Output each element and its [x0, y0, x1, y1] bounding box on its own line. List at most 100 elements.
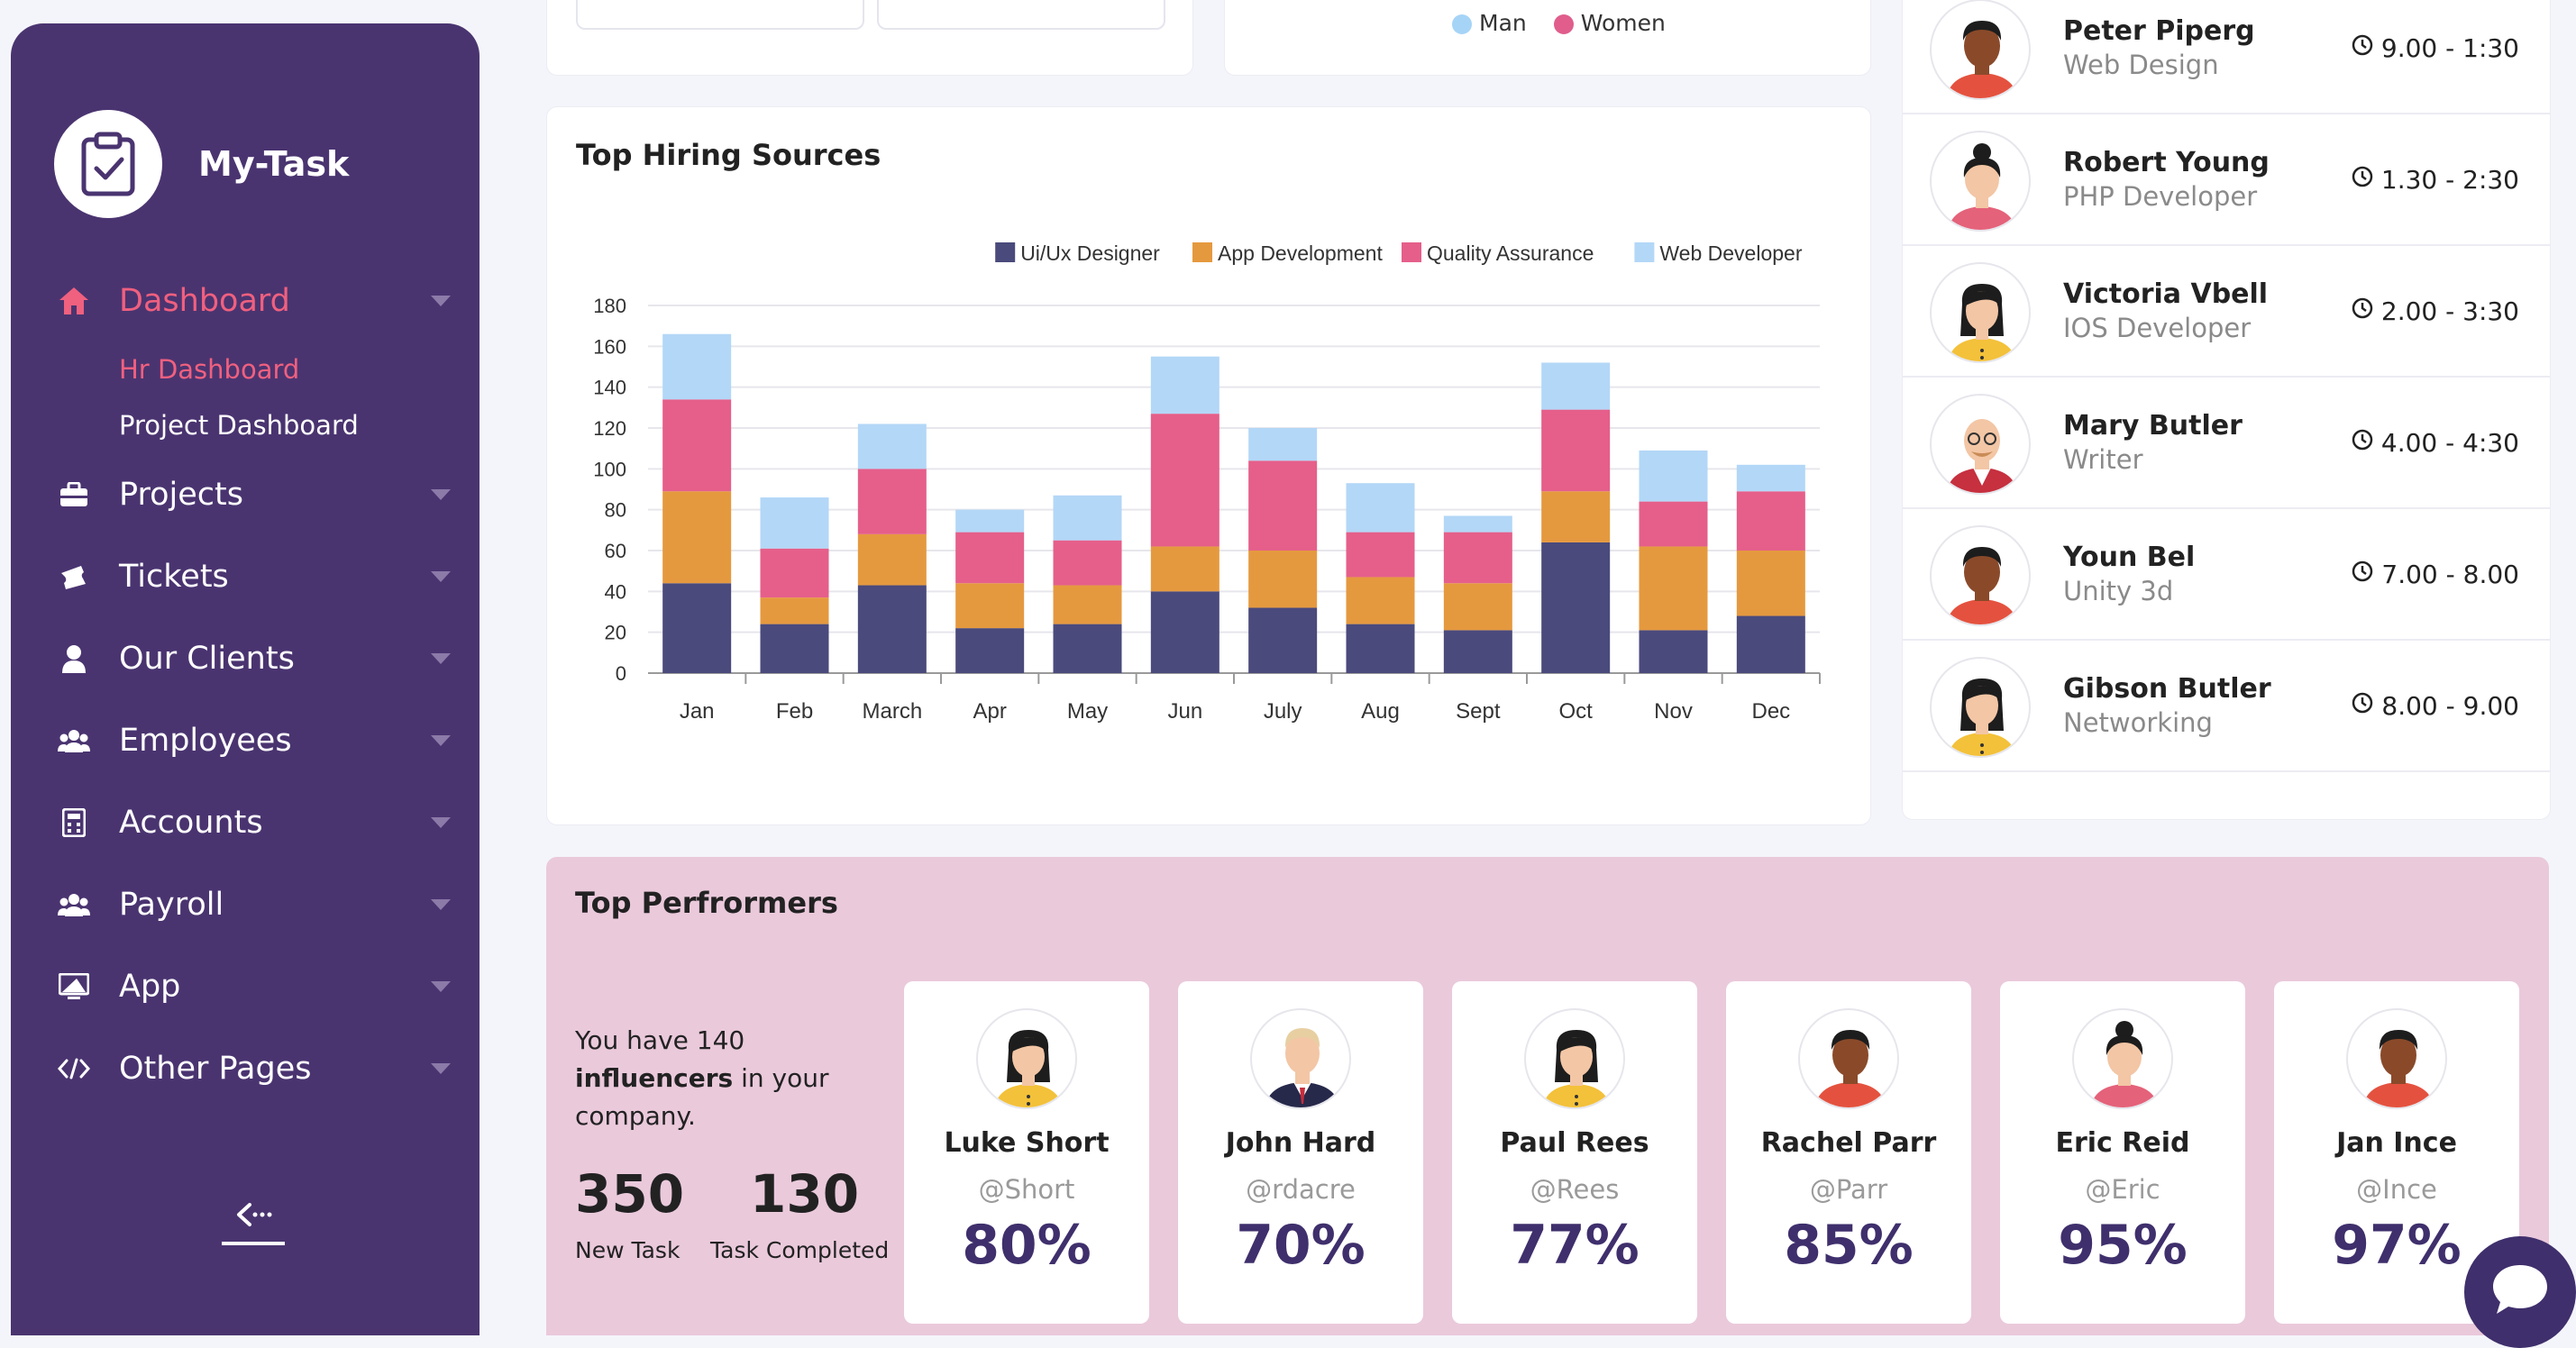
stat-task-completed: 130 Task Completed — [710, 1163, 889, 1263]
performer-percent: 80% — [962, 1214, 1092, 1277]
sidebar-item-our-clients[interactable]: Our Clients — [54, 617, 451, 699]
collapse-sidebar-button[interactable] — [222, 1191, 285, 1245]
schedule-row[interactable]: Victoria Vbell IOS Developer 2.00 - 3:30 — [1903, 246, 2550, 378]
bar-segment — [1346, 577, 1415, 624]
x-tick-label: Jan — [680, 699, 715, 724]
bar-segment — [955, 628, 1025, 673]
gender-legend: Man Women — [1452, 10, 1666, 36]
schedule-row[interactable]: Peter Piperg Web Design 9.00 - 1:30 — [1903, 0, 2550, 114]
clock-icon — [2351, 33, 2374, 63]
sidebar-item-payroll[interactable]: Payroll — [54, 863, 451, 945]
performer-handle: @Ince — [2356, 1174, 2437, 1205]
stat-mini-box: 14 — [877, 0, 1165, 30]
shift-time: 8.00 - 9.00 — [2351, 691, 2519, 721]
schedule-row[interactable]: Youn Bel Unity 3d 7.00 - 8.00 — [1903, 509, 2550, 641]
avatar — [2072, 1008, 2173, 1109]
performer-percent: 70% — [1236, 1214, 1366, 1277]
performers-intro: You have 140 influencers in your company… — [575, 1022, 882, 1135]
bar-segment — [955, 532, 1025, 584]
sidebar-item-other-pages[interactable]: Other Pages — [54, 1027, 451, 1109]
sidebar-item-accounts[interactable]: Accounts — [54, 781, 451, 863]
sidebar-item-employees[interactable]: Employees — [54, 699, 451, 781]
clock-icon — [2351, 428, 2374, 458]
legend-label-man: Man — [1479, 10, 1527, 36]
performer-card[interactable]: Rachel Parr @Parr 85% — [1726, 981, 1971, 1324]
bar-segment — [662, 399, 732, 492]
employee-role: Web Design — [2063, 50, 2219, 80]
stat-label: New Task — [575, 1237, 681, 1263]
bar-segment — [1248, 551, 1318, 608]
bar-segment — [955, 583, 1025, 629]
sidebar-subitem-hr-dashboard[interactable]: Hr Dashboard — [119, 342, 451, 397]
brand-name: My-Task — [198, 144, 350, 184]
x-tick-label: Apr — [973, 699, 1006, 724]
sidebar-item-tickets[interactable]: Tickets — [54, 535, 451, 617]
sidebar-nav: Dashboard Hr Dashboard Project Dashboard… — [54, 260, 451, 1109]
bar-segment — [1443, 630, 1512, 673]
bar-segment — [1053, 540, 1122, 586]
brand[interactable]: My-Task — [54, 110, 349, 218]
shift-time-text: 2.00 - 3:30 — [2380, 296, 2519, 326]
chevron-down-icon — [431, 295, 451, 306]
bar-segment — [1150, 591, 1219, 673]
performer-card[interactable]: Paul Rees @Rees 77% — [1452, 981, 1697, 1324]
chat-bubble-icon — [2491, 1261, 2549, 1319]
performer-card[interactable]: Luke Short @Short 80% — [904, 981, 1149, 1324]
legend-swatch — [1402, 242, 1421, 262]
bar-segment — [1639, 630, 1708, 673]
performer-name: Luke Short — [944, 1127, 1110, 1159]
bar-segment — [1248, 460, 1318, 551]
avatar — [1250, 1008, 1351, 1109]
avatar — [1930, 657, 2031, 758]
avatar — [1930, 525, 2031, 626]
performer-card[interactable]: Eric Reid @Eric 95% — [2000, 981, 2245, 1324]
sidebar-item-app[interactable]: App — [54, 945, 451, 1027]
employee-name: Peter Piperg — [2063, 15, 2255, 47]
bar-segment — [1053, 585, 1122, 624]
user-icon — [54, 639, 94, 679]
clock-icon — [2351, 691, 2374, 721]
shift-time: 2.00 - 3:30 — [2351, 296, 2519, 326]
employee-name: Robert Young — [2063, 147, 2270, 178]
chevron-down-icon — [431, 898, 451, 910]
schedule-row[interactable]: Gibson Butler Networking 8.00 - 9.00 — [1903, 641, 2550, 772]
sidebar-item-projects[interactable]: Projects — [54, 453, 451, 535]
x-tick-label: Feb — [776, 699, 813, 724]
performer-name: Jan Ince — [2336, 1127, 2457, 1159]
chevron-down-icon — [431, 652, 451, 664]
gender-card: Man Women — [1224, 0, 1871, 76]
chat-button[interactable] — [2464, 1236, 2576, 1348]
y-tick-label: 160 — [593, 335, 626, 358]
sidebar-item-label: Employees — [119, 722, 292, 759]
employee-role: Writer — [2063, 444, 2143, 475]
bar-segment — [1150, 546, 1219, 592]
y-tick-label: 20 — [605, 622, 626, 644]
shift-time-text: 9.00 - 1:30 — [2380, 33, 2519, 63]
employee-role: Networking — [2063, 707, 2213, 738]
y-tick-label: 40 — [605, 580, 626, 603]
ticket-icon — [54, 557, 94, 597]
section-title: Top Perfrormers — [575, 886, 838, 920]
legend-label: Quality Assurance — [1427, 241, 1594, 265]
bar-segment — [1443, 583, 1512, 631]
bar-segment — [1541, 542, 1611, 673]
clock-icon — [2351, 560, 2374, 589]
y-tick-label: 0 — [616, 662, 626, 685]
sidebar-item-dashboard[interactable]: Dashboard — [54, 260, 451, 342]
sidebar-subitem-project-dashboard[interactable]: Project Dashboard — [119, 397, 451, 453]
legend-label: App Development — [1218, 241, 1383, 265]
bar-segment — [1248, 428, 1318, 461]
performer-handle: @Rees — [1530, 1174, 1620, 1205]
performer-card[interactable]: John Hard @rdacre 70% — [1178, 981, 1423, 1324]
schedule-row[interactable]: Robert Young PHP Developer 1.30 - 2:30 — [1903, 114, 2550, 246]
legend-swatch — [1192, 242, 1212, 262]
schedule-row[interactable]: Mary Butler Writer 4.00 - 4:30 — [1903, 378, 2550, 509]
bar-segment — [760, 597, 829, 624]
sidebar-item-label: Other Pages — [119, 1050, 312, 1087]
x-tick-label: Nov — [1654, 699, 1693, 724]
performer-name: Paul Rees — [1500, 1127, 1649, 1159]
legend-swatch — [995, 242, 1016, 262]
shift-time: 9.00 - 1:30 — [2351, 33, 2519, 63]
card-title: Top Hiring Sources — [576, 138, 882, 172]
y-tick-label: 100 — [593, 458, 626, 480]
